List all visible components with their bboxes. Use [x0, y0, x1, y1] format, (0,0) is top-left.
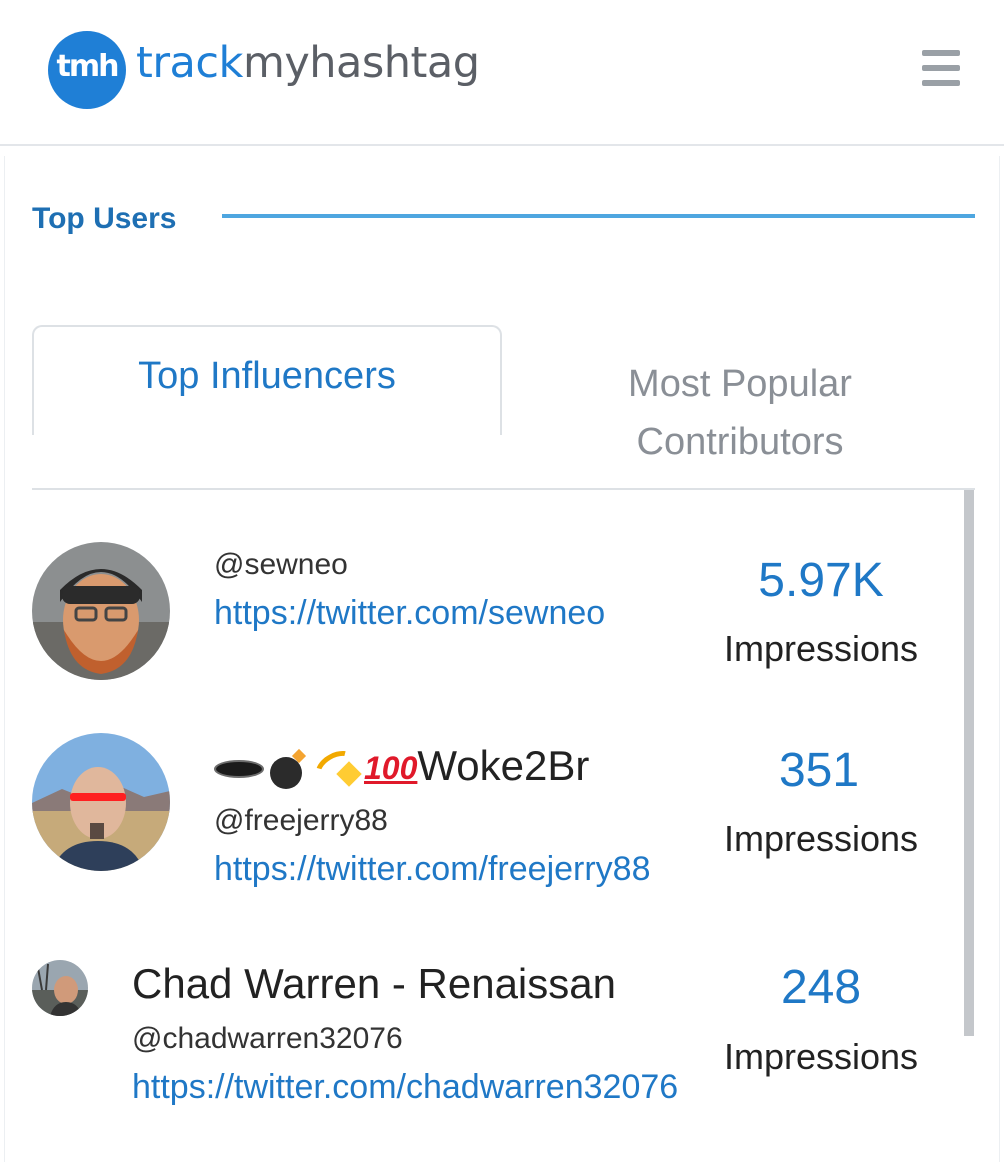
- tab-underline: [32, 488, 975, 490]
- avatar-chadwarren32076[interactable]: [32, 960, 88, 1016]
- tab-label: Top Influencers: [138, 355, 396, 397]
- hole-icon: [214, 759, 264, 778]
- user-display-name: Chad Warren - Renaissan: [132, 960, 616, 1007]
- impressions-label: Impressions: [723, 1036, 919, 1077]
- section-divider: [222, 214, 975, 218]
- hundred-icon: 100: [364, 750, 418, 787]
- brand-name[interactable]: trackmyhashtag: [136, 38, 480, 88]
- user-profile-link[interactable]: https://twitter.com/freejerry88: [214, 850, 651, 889]
- list-scrollbar[interactable]: [964, 490, 974, 1036]
- avatar-freejerry88[interactable]: [32, 733, 170, 871]
- impressions-value: 5.97K: [758, 554, 884, 607]
- user-profile-link[interactable]: https://twitter.com/sewneo: [214, 594, 605, 633]
- tab-label: Most Popular Contributors: [628, 363, 852, 463]
- impressions-label: Impressions: [723, 628, 919, 669]
- logo-text: tmh: [56, 49, 120, 84]
- dizzy-icon: [309, 743, 363, 792]
- user-display-name: 100Woke2Br: [214, 742, 590, 792]
- impressions-label: Impressions: [723, 818, 919, 859]
- user-display-name-text: Woke2Br: [417, 742, 590, 789]
- bomb-icon: [268, 748, 308, 789]
- tab-most-popular-contributors[interactable]: Most Popular Contributors: [505, 325, 975, 475]
- brand-part-track: track: [136, 38, 243, 88]
- user-handle: @chadwarren32076: [132, 1022, 403, 1055]
- app-header: tmh trackmyhashtag: [0, 0, 1004, 146]
- user-handle: @sewneo: [214, 548, 348, 581]
- section-title: Top Users: [32, 202, 177, 235]
- tab-top-influencers[interactable]: Top Influencers: [32, 325, 502, 435]
- brand-part-myhashtag: myhashtag: [242, 38, 480, 88]
- avatar-sewneo[interactable]: [32, 542, 170, 680]
- user-handle: @freejerry88: [214, 804, 388, 837]
- logo-mark[interactable]: tmh: [48, 31, 126, 109]
- impressions-value: 248: [780, 961, 862, 1014]
- hamburger-icon[interactable]: [918, 50, 964, 90]
- impressions-value: 351: [778, 744, 860, 797]
- user-profile-link[interactable]: https://twitter.com/chadwarren32076: [132, 1068, 678, 1107]
